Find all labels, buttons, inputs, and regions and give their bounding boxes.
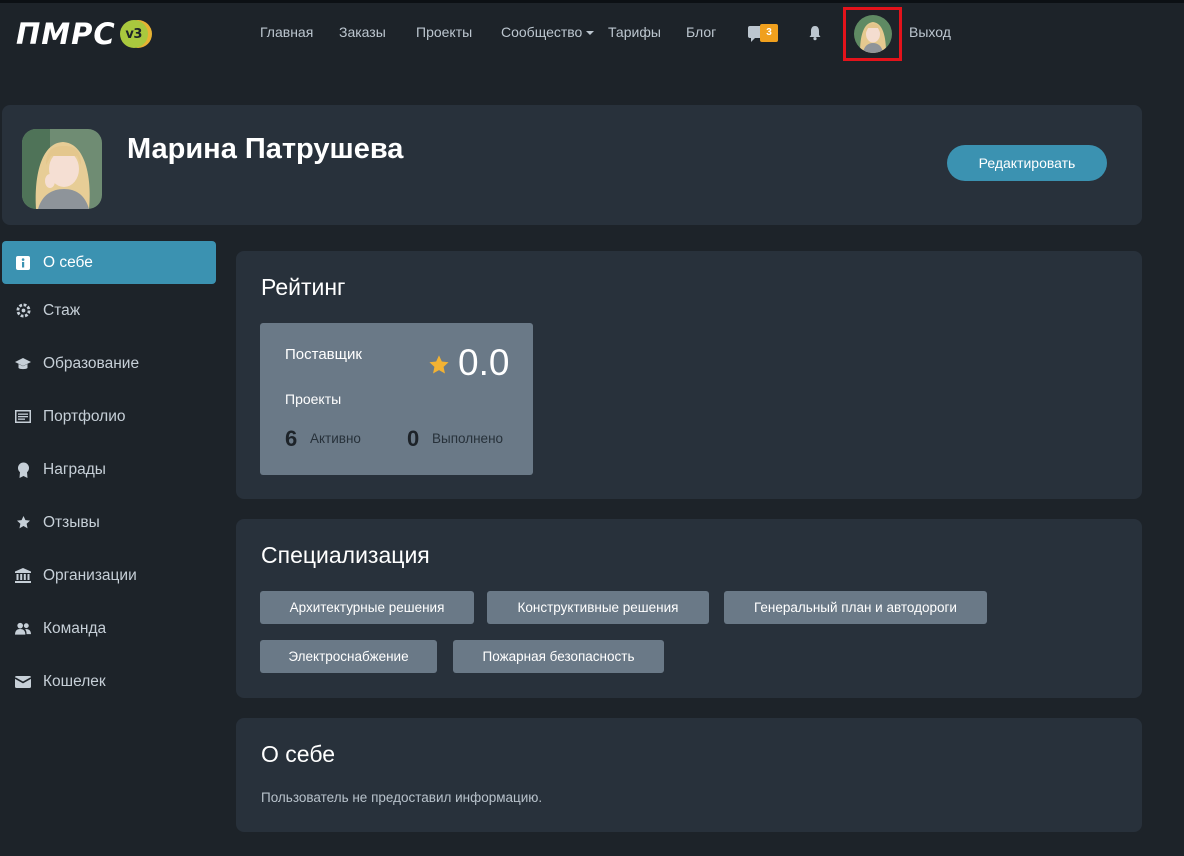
sidebar-item-label: Портфолио xyxy=(43,407,126,425)
logo-text: ПМРС xyxy=(16,17,116,51)
sidebar-item-label: Команда xyxy=(43,619,107,637)
messages-count-badge: 3 xyxy=(760,24,778,42)
nav-blog[interactable]: Блог xyxy=(686,24,716,40)
sidebar-item-education[interactable]: Образование xyxy=(2,342,216,385)
completed-projects-label: Выполнено xyxy=(432,431,504,446)
active-projects-count: 6 xyxy=(285,426,298,451)
sidebar-item-label: Награды xyxy=(43,460,106,478)
sidebar-item-team[interactable]: Команда xyxy=(2,607,216,650)
avatar xyxy=(853,15,892,53)
supplier-rating-box: Поставщик 0.0 Проекты 6 Активно 0 Выполн… xyxy=(260,323,533,475)
rating-card: Рейтинг Поставщик 0.0 Проекты 6 Активно … xyxy=(236,251,1142,499)
site-logo[interactable]: ПМРС v3 xyxy=(16,18,148,50)
sidebar-item-about[interactable]: О себе xyxy=(2,241,216,284)
specialization-title: Специализация xyxy=(261,542,430,568)
nav-projects[interactable]: Проекты xyxy=(416,24,472,40)
about-title: О себе xyxy=(261,741,336,767)
chevron-down-icon xyxy=(586,31,595,36)
star-icon xyxy=(429,355,449,374)
graduation-cap-icon xyxy=(15,356,31,372)
specialization-chip[interactable]: Конструктивные решения xyxy=(487,591,709,624)
star-icon xyxy=(15,515,31,531)
edit-profile-button[interactable]: Редактировать xyxy=(947,145,1107,181)
specialization-chip[interactable]: Архитектурные решения xyxy=(260,591,474,624)
projects-label: Проекты xyxy=(285,391,342,407)
nav-orders[interactable]: Заказы xyxy=(339,24,386,40)
sidebar-item-label: Организации xyxy=(43,566,137,584)
sidebar-item-label: Образование xyxy=(43,354,140,372)
rating-title: Рейтинг xyxy=(261,274,346,300)
wallet-icon xyxy=(15,674,31,690)
list-alt-icon xyxy=(15,409,31,425)
logout-link[interactable]: Выход xyxy=(909,24,951,40)
sidebar-item-reviews[interactable]: Отзывы xyxy=(2,501,216,544)
about-text: Пользователь не предоставил информацию. xyxy=(261,790,543,805)
sidebar-item-label: Стаж xyxy=(43,301,81,319)
nav-home[interactable]: Главная xyxy=(260,24,313,40)
sidebar-item-portfolio[interactable]: Портфолио xyxy=(2,395,216,438)
award-icon xyxy=(15,462,31,478)
info-icon xyxy=(15,255,31,271)
nav-pricing[interactable]: Тарифы xyxy=(608,24,661,40)
specialization-chip[interactable]: Пожарная безопасность xyxy=(453,640,664,673)
sidebar-item-label: Кошелек xyxy=(43,672,106,690)
nav-community[interactable]: Сообщество xyxy=(501,24,595,40)
sidebar-item-wallet[interactable]: Кошелек xyxy=(2,660,216,703)
active-projects-label: Активно xyxy=(310,431,361,446)
bell-icon[interactable] xyxy=(808,25,822,41)
profile-header-card: Марина Патрушева Редактировать xyxy=(2,105,1142,225)
sidebar-item-organizations[interactable]: Организации xyxy=(2,554,216,597)
sidebar-item-label: О себе xyxy=(43,253,93,271)
profile-avatar xyxy=(22,129,102,209)
institution-icon xyxy=(15,568,31,584)
rating-score: 0.0 xyxy=(458,342,510,383)
sidebar-item-experience[interactable]: Стаж xyxy=(2,289,216,332)
user-avatar-button[interactable] xyxy=(843,7,902,61)
users-icon xyxy=(15,621,31,637)
top-navbar: ПМРС v3 Главная Заказы Проекты Сообществ… xyxy=(0,3,1184,63)
nav-community-label: Сообщество xyxy=(501,24,583,40)
sidebar-item-awards[interactable]: Награды xyxy=(2,448,216,491)
specialization-chip[interactable]: Электроснабжение xyxy=(260,640,437,673)
role-label: Поставщик xyxy=(285,346,362,363)
specialization-chip[interactable]: Генеральный план и автодороги xyxy=(724,591,987,624)
profile-sidebar: О себе Стаж Образование Портфолио Наград… xyxy=(2,241,216,713)
completed-projects-count: 0 xyxy=(407,426,420,451)
gear-icon xyxy=(15,303,31,319)
sidebar-item-label: Отзывы xyxy=(43,513,100,531)
profile-name: Марина Патрушева xyxy=(127,133,404,165)
version-badge: v3 xyxy=(119,20,148,48)
specialization-card: Специализация Архитектурные решения Конс… xyxy=(236,519,1142,698)
about-card: О себе Пользователь не предоставил инфор… xyxy=(236,718,1142,832)
version-badge-text: v3 xyxy=(125,26,142,42)
